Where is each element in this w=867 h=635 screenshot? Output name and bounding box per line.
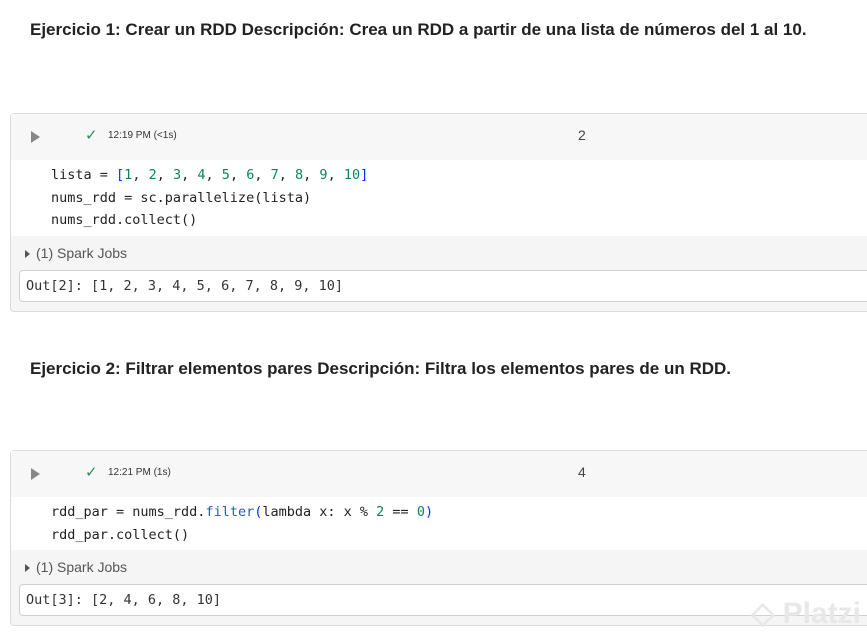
notebook-cell-2[interactable]: ✓ 12:21 PM (1s) 4 rdd_par = nums_rdd.fil… [10, 450, 867, 626]
cell-output: Out[2]: [1, 2, 3, 4, 5, 6, 7, 8, 9, 10] [19, 269, 867, 302]
notebook-cell-1[interactable]: ✓ 12:19 PM (<1s) 2 lista = [1, 2, 3, 4, … [10, 113, 867, 312]
spark-jobs-label: (1) Spark Jobs [36, 559, 128, 575]
code-line: rdd_par = nums_rdd.filter(lambda x: x % … [51, 504, 434, 520]
check-icon: ✓ [85, 464, 98, 481]
cell-number: 2 [578, 127, 586, 143]
code-line: nums_rdd = sc.parallelize(lista) [51, 189, 312, 206]
cell-header: ✓ 12:21 PM (1s) 4 [11, 451, 867, 497]
expand-icon [25, 249, 30, 258]
platzi-watermark: ◇ Platzi [751, 597, 861, 630]
code-line: lista = [1, 2, 3, 4, 5, 6, 7, 8, 9, 10] [51, 167, 369, 183]
cell-header: ✓ 12:19 PM (<1s) 2 [11, 114, 867, 160]
code-line: nums_rdd.collect() [51, 212, 198, 228]
check-icon: ✓ [85, 127, 98, 144]
spark-jobs-label: (1) Spark Jobs [36, 244, 128, 261]
spark-jobs-toggle[interactable]: (1) Spark Jobs [11, 550, 867, 584]
spark-jobs-toggle[interactable]: (1) Spark Jobs [11, 236, 867, 270]
run-icon[interactable] [31, 468, 40, 480]
cell-number: 4 [578, 464, 586, 480]
exercise-2-heading: Ejercicio 2: Filtrar elementos pares Des… [30, 359, 732, 378]
run-icon[interactable] [31, 131, 40, 143]
run-time: 12:21 PM (1s) [108, 467, 171, 478]
expand-icon [25, 564, 30, 572]
exercise-1-heading: Ejercicio 1: Crear un RDD Descripción: C… [30, 20, 807, 39]
code-line: rdd_par.collect() [51, 526, 190, 543]
code-editor[interactable]: lista = [1, 2, 3, 4, 5, 6, 7, 8, 9, 10] n… [11, 160, 867, 236]
cell-output: Out[3]: [2, 4, 6, 8, 10] [19, 584, 867, 616]
code-editor[interactable]: rdd_par = nums_rdd.filter(lambda x: x % … [11, 497, 867, 550]
run-time: 12:19 PM (<1s) [108, 130, 177, 141]
